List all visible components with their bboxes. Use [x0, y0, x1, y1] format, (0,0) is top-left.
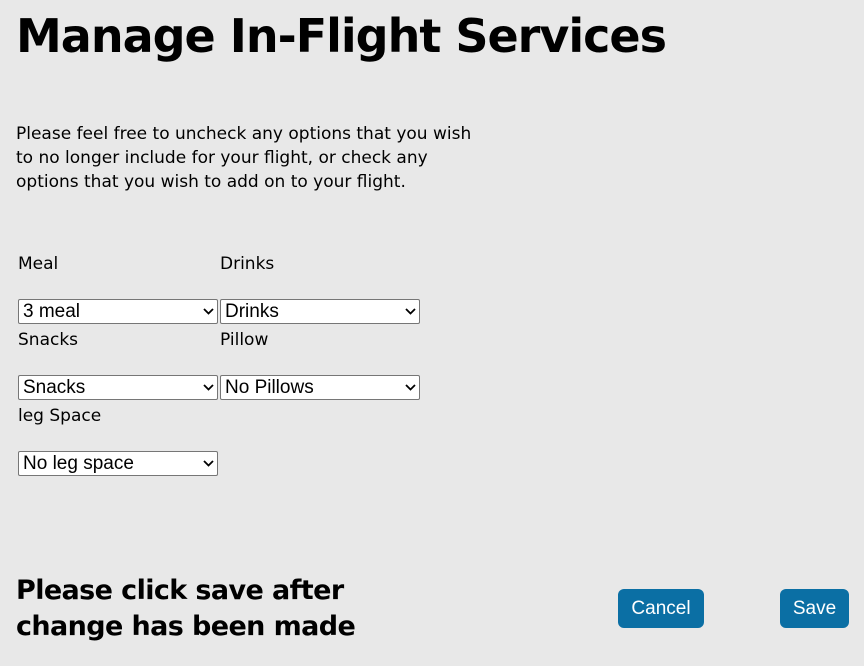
chevron-down-icon — [201, 300, 215, 323]
drinks-select[interactable]: Drinks — [220, 299, 420, 324]
snacks-select[interactable]: Snacks — [18, 375, 218, 400]
chevron-down-icon — [201, 376, 215, 399]
leg-space-select[interactable]: No leg space — [18, 451, 218, 476]
chevron-down-icon — [403, 300, 417, 323]
page-title: Manage In-Flight Services — [16, 9, 667, 63]
meal-label: Meal — [18, 254, 59, 274]
meal-select[interactable]: 3 meal — [18, 299, 218, 324]
snacks-select-value: Snacks — [23, 377, 86, 398]
pillow-label: Pillow — [220, 330, 269, 350]
pillow-select-value: No Pillows — [225, 377, 314, 398]
pillow-select[interactable]: No Pillows — [220, 375, 420, 400]
drinks-label: Drinks — [220, 254, 275, 274]
meal-select-value: 3 meal — [23, 301, 81, 322]
leg-space-select-value: No leg space — [23, 453, 134, 474]
leg-space-label: leg Space — [18, 406, 102, 426]
chevron-down-icon — [403, 376, 417, 399]
snacks-label: Snacks — [18, 330, 79, 350]
chevron-down-icon — [201, 452, 215, 475]
intro-text: Please feel free to uncheck any options … — [16, 124, 472, 192]
save-button[interactable]: Save — [780, 589, 849, 628]
save-reminder-text: Please click save after change has been … — [16, 575, 356, 642]
cancel-button[interactable]: Cancel — [618, 589, 704, 628]
drinks-select-value: Drinks — [225, 301, 279, 322]
